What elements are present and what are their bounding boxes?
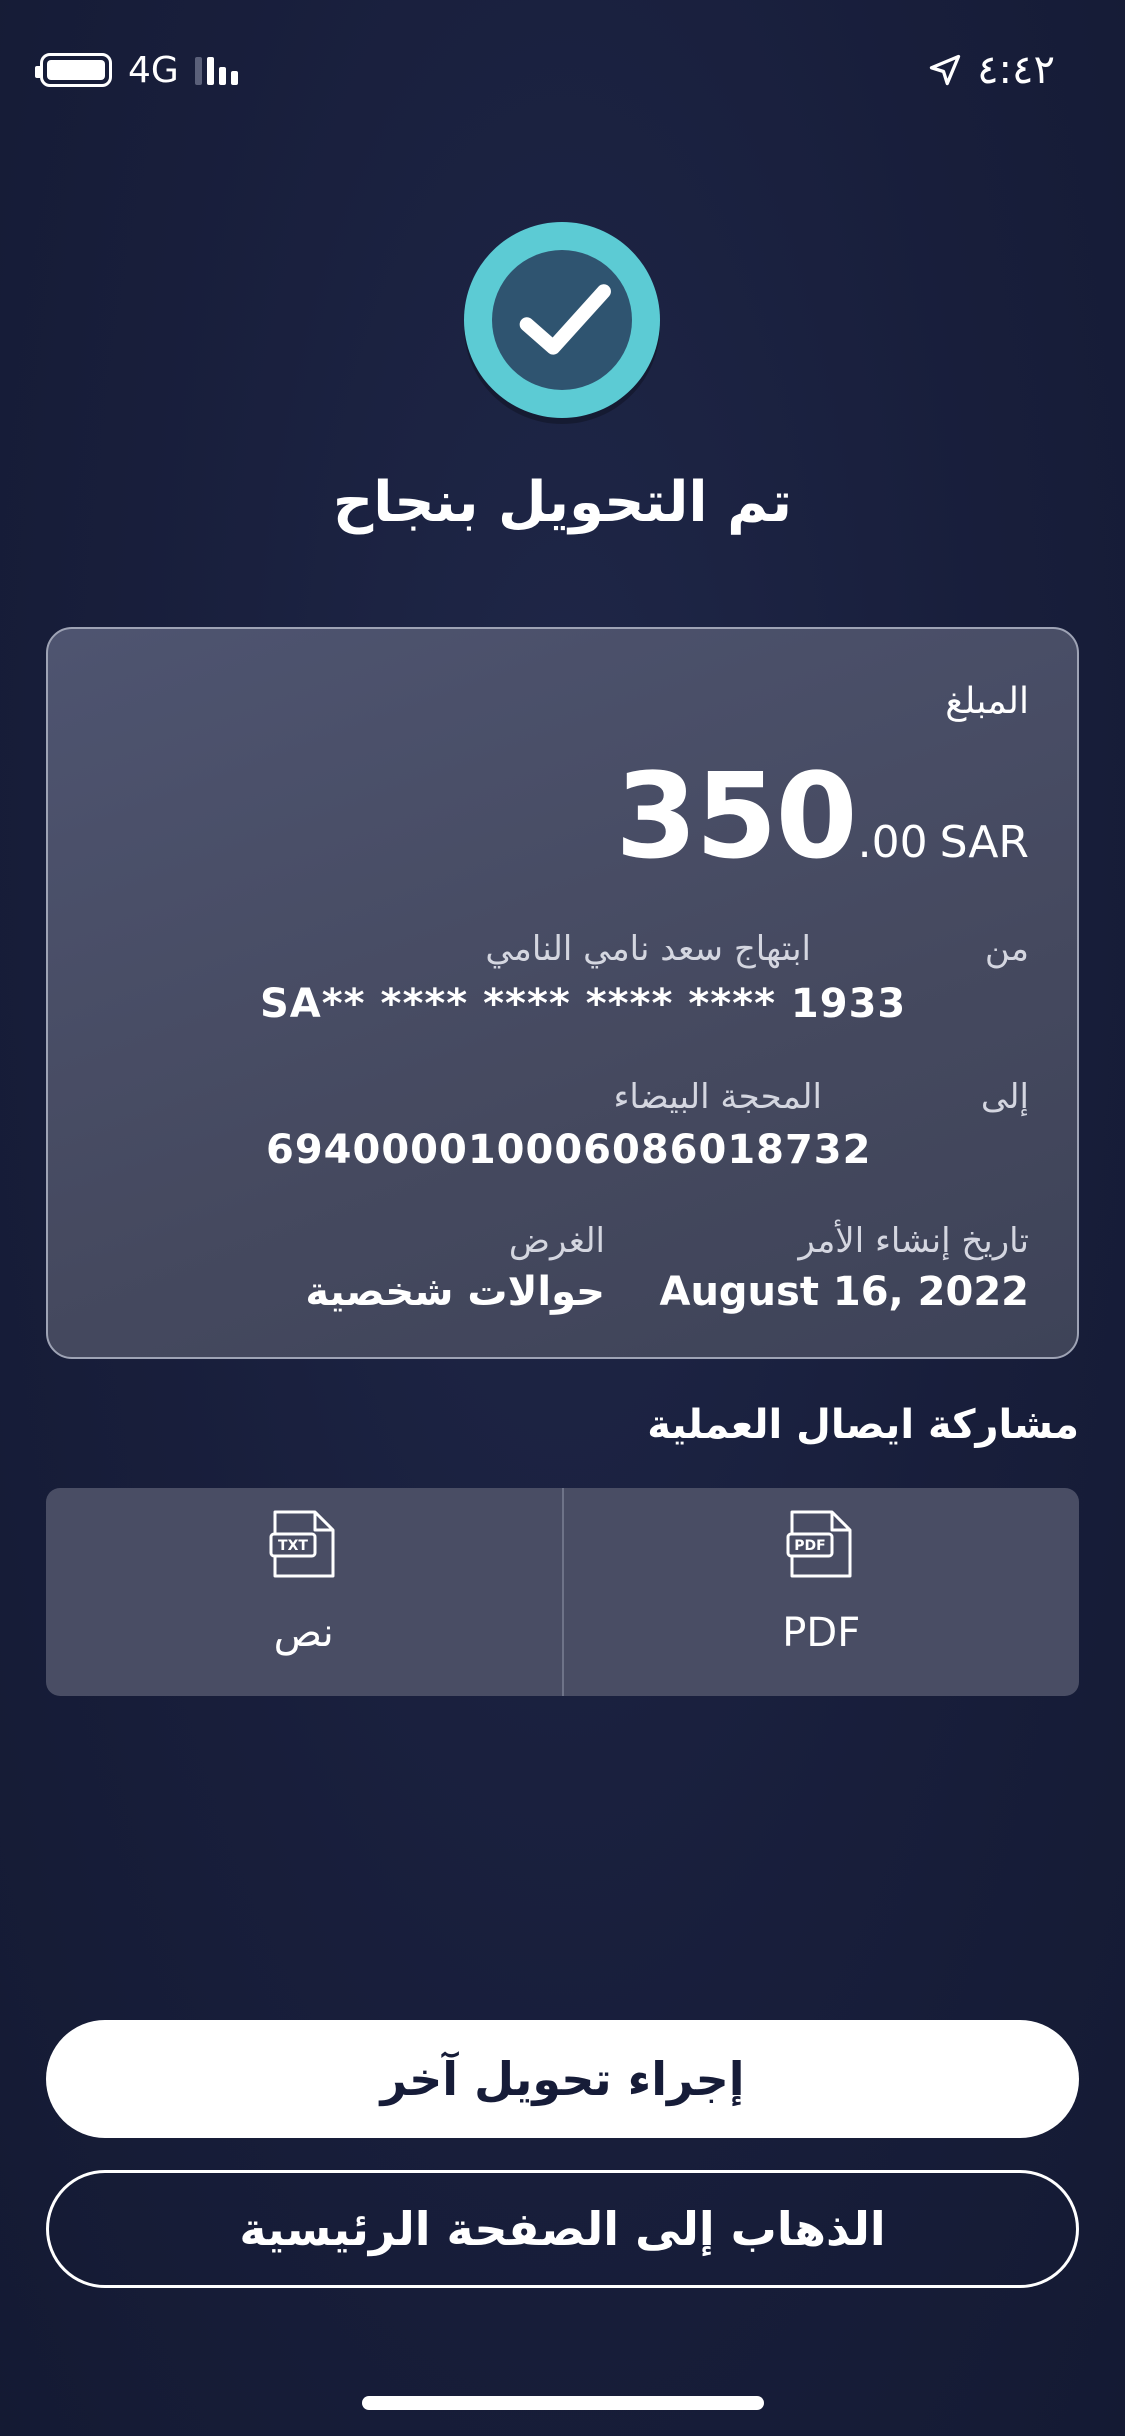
share-options: TXT نص PDF PDF [46, 1488, 1079, 1696]
amount-integer: 350 [615, 747, 857, 885]
purpose-label: الغرض [508, 1221, 605, 1261]
share-pdf-label: PDF [782, 1610, 861, 1656]
share-text-button[interactable]: TXT نص [46, 1488, 562, 1696]
clock: ٤:٤٢ [977, 47, 1055, 93]
purpose-value: حوالات شخصية [305, 1269, 605, 1315]
go-home-button[interactable]: الذهاب إلى الصفحة الرئيسية [46, 2170, 1079, 2288]
share-text-label: نص [273, 1610, 334, 1656]
signal-icon [194, 55, 238, 85]
network-label: 4G [128, 49, 179, 91]
amount-label: المبلغ [945, 681, 1029, 722]
to-account: 6940000100060860187­32 [266, 1127, 872, 1173]
amount-currency: SAR [939, 817, 1029, 868]
from-account: SA** **** **** **** **** 1933 [260, 981, 907, 1027]
date-label: تاريخ إنشاء الأمر [798, 1221, 1029, 1261]
share-pdf-button[interactable]: PDF PDF [561, 1488, 1080, 1696]
txt-file-icon: TXT [269, 1510, 335, 1578]
from-label: من [984, 929, 1029, 969]
date-value: August 16, 2022 [659, 1269, 1029, 1315]
share-receipt-title: مشاركة ايصال العملية [647, 1402, 1079, 1448]
battery-icon [35, 53, 112, 87]
amount-decimal: .00 [857, 817, 928, 868]
svg-text:PDF: PDF [795, 1538, 826, 1554]
page-title: تم التحويل بنجاح [332, 470, 793, 535]
status-right: ٤:٤٢ [927, 47, 1055, 93]
status-left: 4G [35, 49, 238, 91]
to-label: إلى [980, 1077, 1029, 1117]
from-name: ابتهاج سعد نامي النامي [485, 929, 811, 969]
transfer-success-screen: 4G ٤:٤٢ تم التحويل بنجاح المبلغ 350 .00 … [0, 0, 1125, 2436]
transfer-details-card: المبلغ 350 .00 SAR من ابتهاج سعد نامي ال… [46, 627, 1079, 1359]
svg-text:TXT: TXT [278, 1538, 308, 1554]
to-name: المحجة البيضاء [613, 1077, 822, 1117]
status-bar: 4G ٤:٤٢ [35, 40, 1055, 100]
pdf-file-icon: PDF [786, 1510, 852, 1578]
location-arrow-icon [927, 52, 963, 88]
amount-value: 350 .00 SAR [615, 747, 1029, 885]
home-indicator[interactable] [362, 2396, 764, 2410]
another-transfer-button[interactable]: إجراء تحويل آخر [46, 2020, 1079, 2138]
success-check-icon [464, 222, 660, 418]
